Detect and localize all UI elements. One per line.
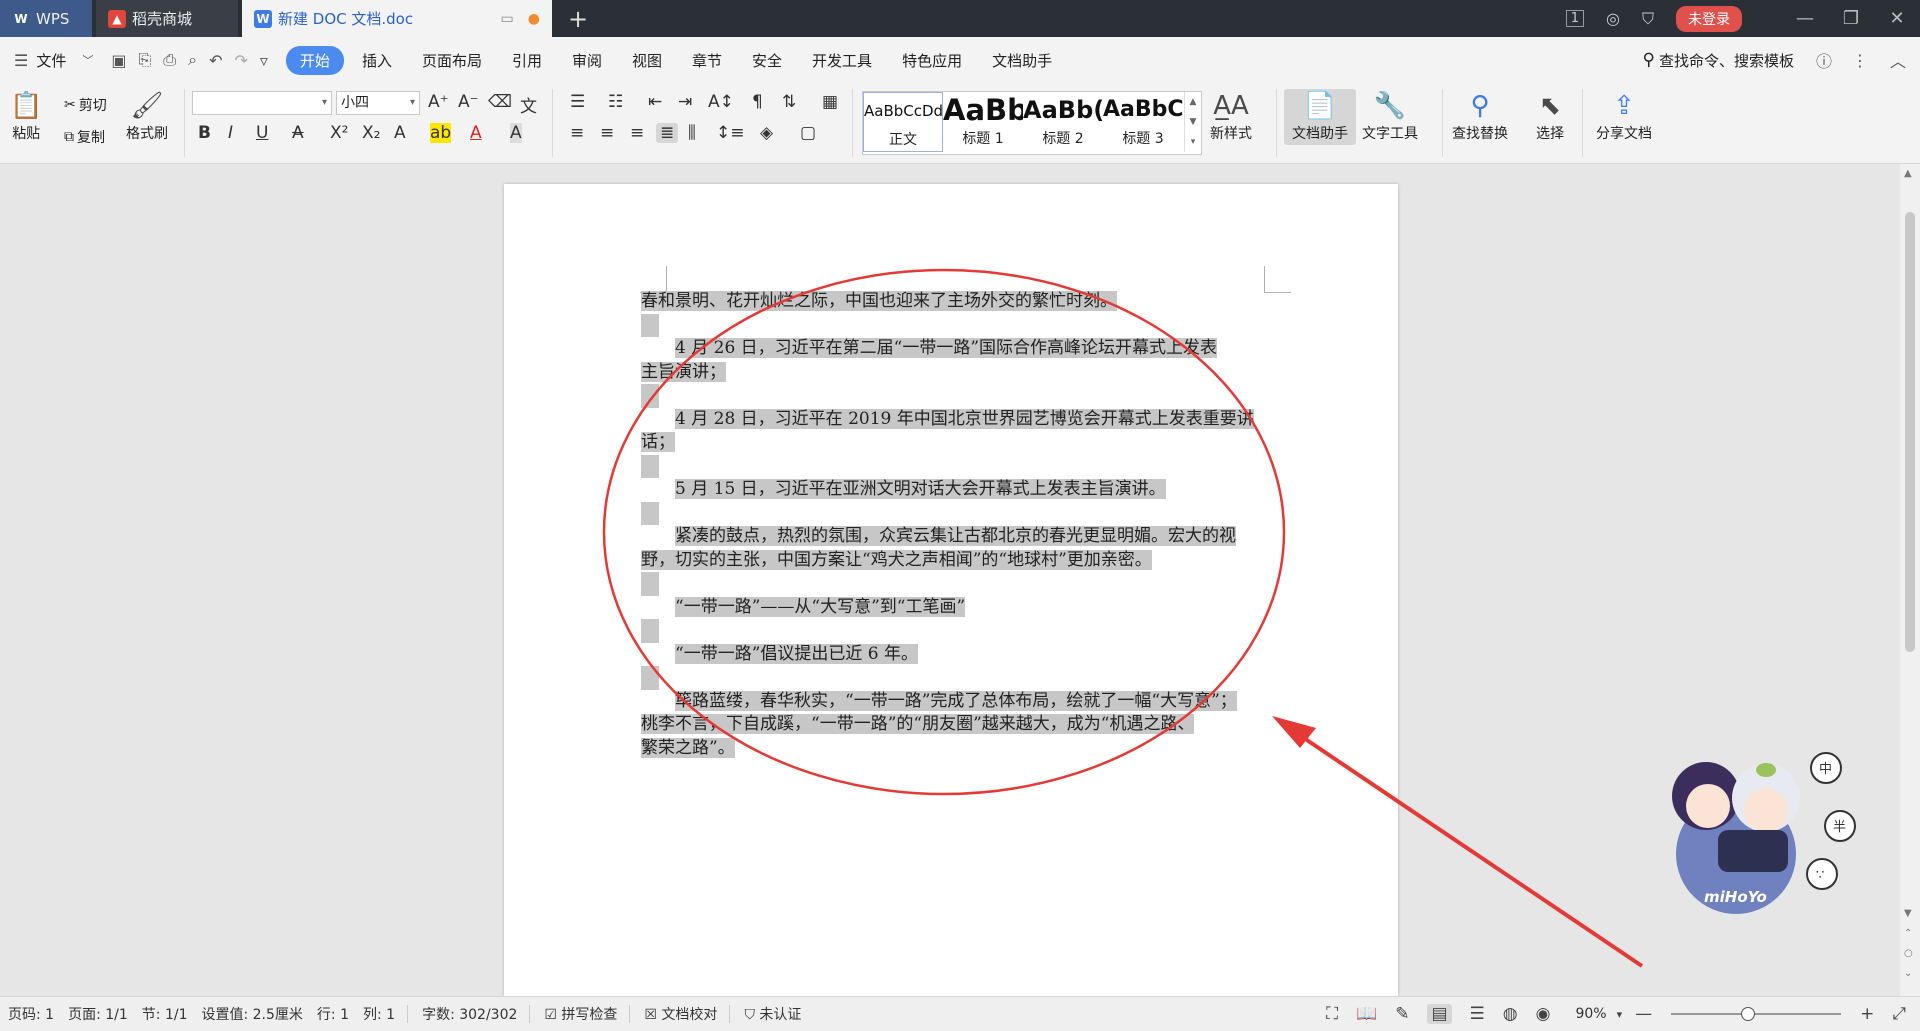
proofread-icon: ☒ [644, 1007, 657, 1023]
proofread-label: 文档校对 [661, 1007, 718, 1023]
reading-mode-icon[interactable]: 📖 [1356, 1004, 1377, 1024]
status-page-number[interactable]: 页码: 1 [8, 1004, 54, 1024]
unverified-button[interactable]: ⛉ 未认证 [744, 1004, 801, 1024]
fullscreen-icon[interactable]: ⛶ [1326, 1004, 1338, 1024]
status-divider [407, 1005, 409, 1023]
status-divider [729, 1005, 731, 1023]
spell-check-button[interactable]: ☑ 拼写检查 [544, 1004, 617, 1024]
status-column[interactable]: 列: 1 [363, 1004, 395, 1024]
zoom-out-icon[interactable]: — [1635, 1004, 1652, 1024]
shield-icon: ⛉ [744, 1007, 755, 1023]
annotation-circle [602, 268, 1286, 796]
fit-window-icon[interactable]: ⤢ [1892, 1004, 1906, 1024]
scrollbar-thumb[interactable] [1905, 212, 1915, 652]
proofread-button[interactable]: ☒ 文档校对 [644, 1004, 717, 1024]
zoom-in-icon[interactable]: + [1860, 1004, 1874, 1024]
svg-text:半: 半 [1833, 820, 1846, 835]
status-pages[interactable]: 页面: 1/1 [68, 1004, 128, 1024]
mihoyo-logo-text: miHoYo [1704, 888, 1767, 906]
status-section[interactable]: 节: 1/1 [142, 1004, 188, 1024]
svg-text:∵: ∵ [1816, 868, 1824, 883]
select-browse-icon[interactable]: ○ [1904, 948, 1913, 959]
zoom-level[interactable]: 90% [1575, 1006, 1606, 1022]
scroll-up-icon[interactable]: ▲ [1904, 168, 1912, 179]
eye-protection-icon[interactable]: ◉ [1536, 1004, 1551, 1024]
web-view-icon[interactable]: ◍ [1503, 1004, 1518, 1024]
annotation-arrow-shaft [1290, 728, 1644, 968]
status-row[interactable]: 行: 1 [317, 1004, 349, 1024]
prev-page-icon[interactable]: ⌃ [1904, 928, 1912, 939]
vertical-scrollbar[interactable]: ▲ ▼ ⌃ ○ ⌄ [1900, 164, 1920, 996]
status-divider [529, 1005, 531, 1023]
scroll-down-icon[interactable]: ▼ [1904, 908, 1912, 919]
chevron-down-icon[interactable]: ▾ [1617, 1008, 1623, 1021]
status-divider [629, 1005, 631, 1023]
write-mode-icon[interactable]: ✎ [1395, 1004, 1409, 1024]
next-page-icon[interactable]: ⌄ [1904, 968, 1912, 979]
svg-text:中: 中 [1819, 762, 1832, 777]
mascot-sticker: 中 半 ∵ miHoYo [1626, 726, 1866, 922]
page-view-icon[interactable]: ▤ [1427, 1004, 1452, 1024]
status-word-count[interactable]: 字数: 302/302 [422, 1004, 517, 1024]
unverified-label: 未认证 [759, 1007, 802, 1023]
status-setting[interactable]: 设置值: 2.5厘米 [201, 1004, 302, 1024]
spell-check-label: 拼写检查 [561, 1007, 618, 1023]
zoom-slider[interactable] [1671, 1007, 1842, 1021]
outline-view-icon[interactable]: ☰ [1470, 1004, 1485, 1024]
zoom-slider-knob[interactable] [1741, 1007, 1756, 1021]
status-bar: 页码: 1 页面: 1/1 节: 1/1 设置值: 2.5厘米 行: 1 列: … [0, 996, 1920, 1031]
spell-check-icon: ☑ [544, 1007, 557, 1023]
